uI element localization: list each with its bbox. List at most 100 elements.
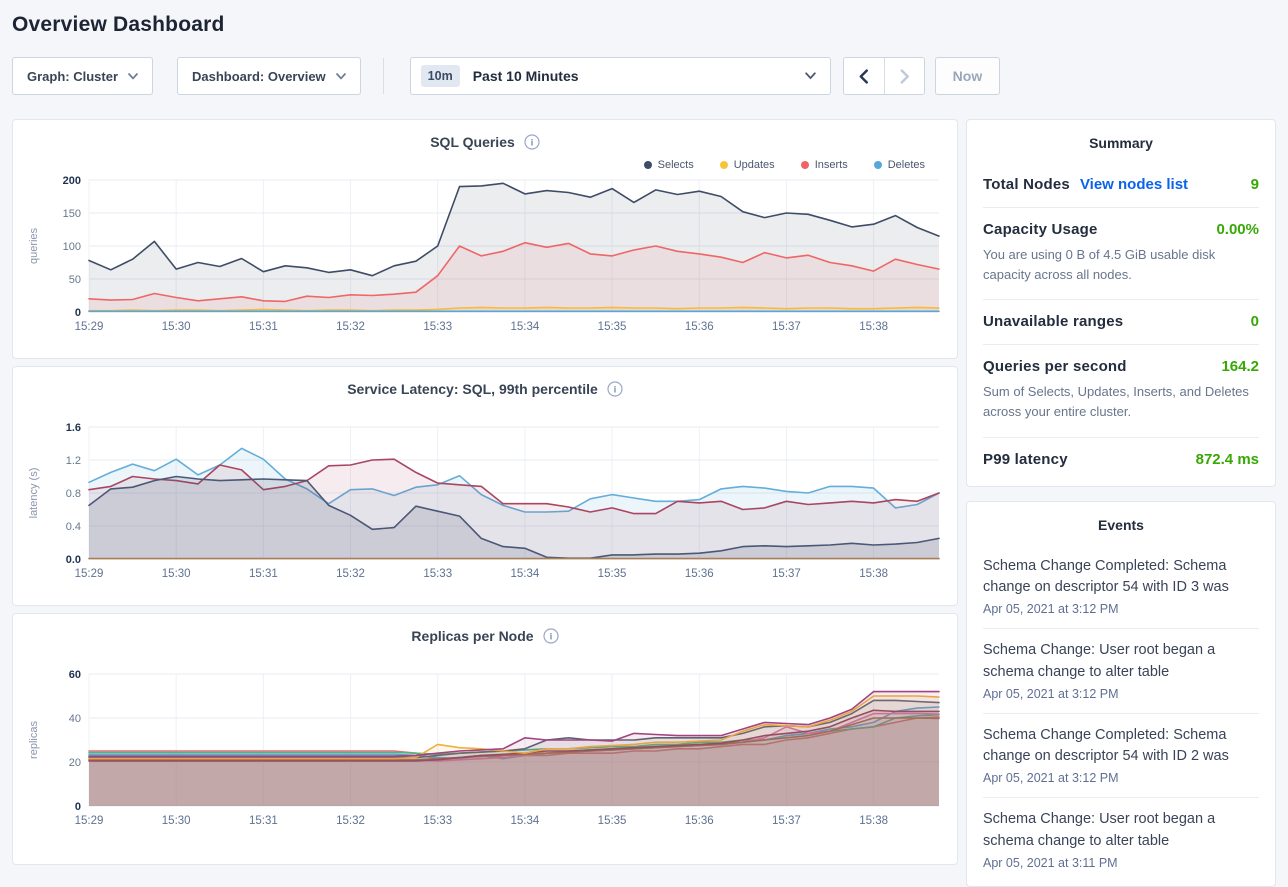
legend-label: Updates <box>734 159 775 171</box>
summary-value: 872.4 ms <box>1196 451 1259 468</box>
dashboard-dropdown[interactable]: Dashboard: Overview <box>177 57 361 95</box>
legend-label: Selects <box>658 159 694 171</box>
graph-dropdown-label: Graph: Cluster <box>27 69 118 84</box>
summary-row: Total NodesView nodes list9 <box>983 163 1259 207</box>
service-latency-chart[interactable]: 15:29 15:30 15:31 15:32 15:33 15:34 15:35 15:36… <box>25 421 947 585</box>
svg-text:15:37: 15:37 <box>772 815 801 827</box>
summary-row: Queries per second164.2Sum of Selects, U… <box>983 344 1259 436</box>
summary-label: Unavailable ranges <box>983 313 1123 330</box>
now-button[interactable]: Now <box>935 57 1001 95</box>
chart-legend: Selects Updates Inserts Deletes <box>25 156 945 174</box>
event-item: Schema Change: User root began a schema … <box>983 797 1259 882</box>
event-timestamp: Apr 05, 2021 at 3:12 PM <box>983 602 1259 616</box>
legend-dot-icon <box>801 161 809 169</box>
time-range-picker[interactable]: 10m Past 10 Minutes <box>410 57 831 95</box>
chart-title-row: Service Latency: SQL, 99th percentile i <box>25 379 945 399</box>
view-nodes-list-link[interactable]: View nodes list <box>1080 176 1188 193</box>
time-nav-group <box>843 57 925 95</box>
events-panel: Events Schema Change Completed: Schema c… <box>966 501 1276 887</box>
arrow-right-icon <box>899 69 910 84</box>
event-timestamp: Apr 05, 2021 at 3:12 PM <box>983 687 1259 701</box>
summary-label: Queries per second <box>983 358 1127 375</box>
svg-text:100: 100 <box>63 241 81 253</box>
chart-card-replicas-per-node: Replicas per Node i 15:2915:3015:3115:32… <box>12 613 958 865</box>
legend-dot-icon <box>644 161 652 169</box>
time-range-label: Past 10 Minutes <box>473 68 579 84</box>
prev-time-button[interactable] <box>844 58 884 94</box>
svg-text:15:37: 15:37 <box>772 321 801 333</box>
chart-card-service-latency: Service Latency: SQL, 99th percentile i … <box>12 366 958 606</box>
event-text: Schema Change Completed: Schema change o… <box>983 556 1259 600</box>
summary-value: 164.2 <box>1221 358 1259 375</box>
svg-text:replicas: replicas <box>28 721 40 759</box>
legend-label: Inserts <box>815 159 848 171</box>
svg-text:15:36: 15:36 <box>685 321 714 333</box>
svg-text:15:35: 15:35 <box>598 815 627 827</box>
content: SQL Queries i SelectsUpdatesInsertsDelet… <box>12 119 1276 887</box>
event-list: Schema Change Completed: Schema change o… <box>983 545 1259 882</box>
svg-text:15:29: 15:29 <box>75 568 104 580</box>
svg-text:15:30: 15:30 <box>162 815 191 827</box>
svg-text:15:31: 15:31 <box>249 321 278 333</box>
svg-text:15:35: 15:35 <box>598 321 627 333</box>
svg-text:15:34: 15:34 <box>511 568 540 580</box>
event-item: Schema Change Completed: Schema change o… <box>983 545 1259 629</box>
summary-description: You are using 0 B of 4.5 GiB usable disk… <box>983 245 1259 285</box>
svg-text:15:31: 15:31 <box>249 568 278 580</box>
svg-text:i: i <box>531 137 534 147</box>
chart-title: Service Latency: SQL, 99th percentile <box>347 381 598 397</box>
svg-text:15:38: 15:38 <box>859 321 888 333</box>
svg-text:15:29: 15:29 <box>75 815 104 827</box>
chart-card-sql-queries: SQL Queries i SelectsUpdatesInsertsDelet… <box>12 119 958 359</box>
summary-label: Total Nodes <box>983 176 1070 193</box>
svg-text:1.2: 1.2 <box>66 455 81 467</box>
legend-item: Selects <box>644 159 694 171</box>
legend-dot-icon <box>720 161 728 169</box>
summary-row: Capacity Usage0.00%You are using 0 B of … <box>983 207 1259 299</box>
svg-text:15:29: 15:29 <box>75 321 104 333</box>
svg-text:1.6: 1.6 <box>66 422 81 434</box>
svg-text:15:32: 15:32 <box>336 321 365 333</box>
legend-spacer <box>25 403 945 421</box>
svg-text:20: 20 <box>69 757 81 769</box>
svg-text:15:31: 15:31 <box>249 815 278 827</box>
summary-value: 0 <box>1251 313 1259 330</box>
legend-dot-icon <box>874 161 882 169</box>
graph-dropdown[interactable]: Graph: Cluster <box>12 57 153 95</box>
summary-row: Unavailable ranges 0 <box>983 299 1259 344</box>
toolbar: Graph: Cluster Dashboard: Overview 10m P… <box>12 57 1276 95</box>
svg-text:15:38: 15:38 <box>859 568 888 580</box>
svg-text:15:38: 15:38 <box>859 815 888 827</box>
event-text: Schema Change Completed: Schema change o… <box>983 725 1259 769</box>
svg-text:0: 0 <box>75 307 81 319</box>
svg-text:15:36: 15:36 <box>685 568 714 580</box>
event-item: Schema Change: User root began a schema … <box>983 628 1259 713</box>
dashboard-dropdown-label: Dashboard: Overview <box>192 69 326 84</box>
chart-title-row: Replicas per Node i <box>25 626 945 646</box>
svg-text:150: 150 <box>63 208 81 220</box>
summary-value: 0.00% <box>1216 221 1259 238</box>
svg-text:15:35: 15:35 <box>598 568 627 580</box>
svg-text:15:33: 15:33 <box>423 815 452 827</box>
svg-text:0.0: 0.0 <box>66 554 81 566</box>
event-item: Schema Change Completed: Schema change o… <box>983 713 1259 798</box>
svg-text:15:33: 15:33 <box>423 568 452 580</box>
summary-label: P99 latency <box>983 451 1068 468</box>
info-icon[interactable]: i <box>543 628 559 644</box>
svg-text:15:32: 15:32 <box>336 568 365 580</box>
page-title: Overview Dashboard <box>12 13 1276 37</box>
event-timestamp: Apr 05, 2021 at 3:11 PM <box>983 856 1259 870</box>
svg-text:15:30: 15:30 <box>162 568 191 580</box>
replicas-per-node-chart[interactable]: 15:2915:3015:3115:3215:3315:3415:3515:36… <box>25 668 947 832</box>
next-time-button[interactable] <box>884 58 924 94</box>
svg-text:i: i <box>614 384 617 394</box>
legend-item: Inserts <box>801 159 848 171</box>
sql-queries-chart[interactable]: 15:2915:3015:3115:3215:3315:3415:3515:36… <box>25 174 947 338</box>
time-range-badge: 10m <box>421 65 460 87</box>
info-icon[interactable]: i <box>524 134 540 150</box>
info-icon[interactable]: i <box>607 381 623 397</box>
svg-text:50: 50 <box>69 274 81 286</box>
svg-text:15:37: 15:37 <box>772 568 801 580</box>
svg-text:queries: queries <box>28 227 40 264</box>
legend-item: Deletes <box>874 159 925 171</box>
